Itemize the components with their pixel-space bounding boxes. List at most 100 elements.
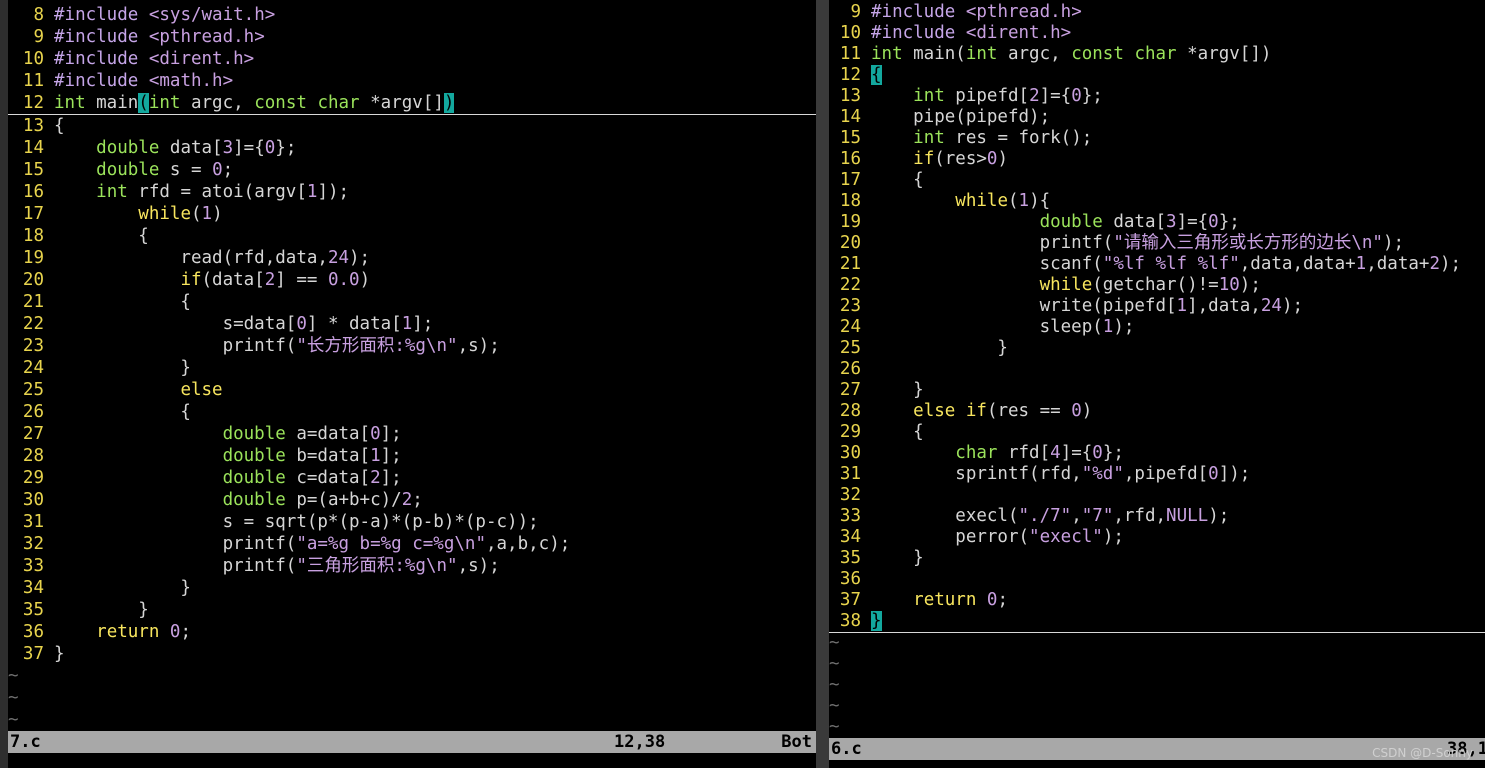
right-code-line[interactable]: 14 pipe(pipefd); <box>829 107 1485 128</box>
right-filename: 6.c <box>831 739 862 759</box>
left-code-line[interactable]: 20 if(data[2] == 0.0) <box>8 269 816 291</box>
right-code-line[interactable]: 33 execl("./7","7",rfd,NULL); <box>829 506 1485 527</box>
left-code-line[interactable]: 34 } <box>8 577 816 599</box>
right-code-line[interactable]: 29 { <box>829 422 1485 443</box>
right-line-number: 10 <box>839 23 861 43</box>
left-line-text: } <box>54 644 65 664</box>
right-code-line[interactable]: 15 int res = fork(); <box>829 128 1485 149</box>
right-line-number: 28 <box>839 401 861 421</box>
left-code-line[interactable]: 12 int main(int argc, const char *argv[]) <box>8 92 816 115</box>
left-code-line[interactable]: 21 { <box>8 291 816 313</box>
left-code-line[interactable]: 10 #include <dirent.h> <box>8 48 816 70</box>
right-code-line[interactable]: 25 } <box>829 338 1485 359</box>
right-code-line[interactable]: 18 while(1){ <box>829 191 1485 212</box>
right-code-line[interactable]: 9 #include <pthread.h> <box>829 2 1485 23</box>
right-code-line[interactable]: 27 } <box>829 380 1485 401</box>
left-line-text: printf("三角形面积:%g\n",s); <box>54 556 500 576</box>
right-line-number: 26 <box>839 359 861 379</box>
left-code-line[interactable]: 14 double data[3]={0}; <box>8 137 816 159</box>
right-line-text: int main(int argc, const char *argv[]) <box>871 44 1272 64</box>
right-code-line[interactable]: 13 int pipefd[2]={0}; <box>829 86 1485 107</box>
right-code-line[interactable]: 22 while(getchar()!=10); <box>829 275 1485 296</box>
left-editor-pane[interactable]: 8 #include <sys/wait.h> 9 #include <pthread… <box>8 0 816 768</box>
left-line-text: #include <pthread.h> <box>54 27 265 47</box>
left-line-text: else <box>180 380 223 400</box>
right-code-line[interactable]: 17 { <box>829 170 1485 191</box>
left-line-text: double a=data[0]; <box>222 424 402 444</box>
left-code-line[interactable]: 27 double a=data[0]; <box>8 423 816 445</box>
left-code-line[interactable]: 16 int rfd = atoi(argv[1]); <box>8 181 816 203</box>
left-code-line[interactable]: 25 else <box>8 379 816 401</box>
vertical-split-divider[interactable] <box>816 0 829 768</box>
right-line-text: execl("./7","7",rfd,NULL); <box>871 506 1230 526</box>
right-line-text: sleep(1); <box>871 317 1135 337</box>
right-editor-pane[interactable]: 9 #include <pthread.h> 10 #include <dirent.… <box>829 0 1485 768</box>
left-code-line[interactable]: 11 #include <math.h> <box>8 70 816 92</box>
right-line-text: char rfd[4]={0}; <box>955 443 1124 463</box>
left-line-number: 12 <box>22 93 44 113</box>
left-filename: 7.c <box>10 732 41 752</box>
right-code-line[interactable]: 24 sleep(1); <box>829 317 1485 338</box>
left-code-line[interactable]: 26 { <box>8 401 816 423</box>
right-code-line[interactable]: 10 #include <dirent.h> <box>829 23 1485 44</box>
left-code-line[interactable]: 28 double b=data[1]; <box>8 445 816 467</box>
left-code-line[interactable]: 17 while(1) <box>8 203 816 225</box>
left-line-text: } <box>54 578 191 598</box>
left-code-line[interactable]: 32 printf("a=%g b=%g c=%g\n",a,b,c); <box>8 533 816 555</box>
right-code-line[interactable]: 37 return 0; <box>829 590 1485 611</box>
right-code-line[interactable]: 12 { <box>829 65 1485 86</box>
left-line-number: 9 <box>33 27 44 47</box>
right-code-line[interactable]: 26 <box>829 359 1485 380</box>
left-line-number: 21 <box>22 292 44 312</box>
left-line-text: { <box>54 226 149 246</box>
right-code-line[interactable]: 16 if(res>0) <box>829 149 1485 170</box>
right-code-line[interactable]: 21 scanf("%lf %lf %lf",data,data+1,data+… <box>829 254 1485 275</box>
right-code-line[interactable]: 31 sprintf(rfd,"%d",pipefd[0]); <box>829 464 1485 485</box>
left-code-line[interactable]: 19 read(rfd,data,24); <box>8 247 816 269</box>
right-line-number: 25 <box>839 338 861 358</box>
left-code-line[interactable]: 15 double s = 0; <box>8 159 816 181</box>
left-code-line[interactable]: 36 return 0; <box>8 621 816 643</box>
left-code-line[interactable]: 37} <box>8 643 816 665</box>
right-code-line[interactable]: 36 <box>829 569 1485 590</box>
left-code-line[interactable]: 29 double c=data[2]; <box>8 467 816 489</box>
right-code-line[interactable]: 30 char rfd[4]={0}; <box>829 443 1485 464</box>
right-code-line[interactable]: 28 else if(res == 0) <box>829 401 1485 422</box>
right-line-text: scanf("%lf %lf %lf",data,data+1,data+2); <box>871 254 1462 274</box>
left-code-line[interactable]: 24 } <box>8 357 816 379</box>
right-code-area[interactable]: 9 #include <pthread.h> 10 #include <dirent.… <box>829 2 1485 738</box>
right-line-number: 32 <box>839 485 861 505</box>
left-code-line[interactable]: 23 printf("长方形面积:%g\n",s); <box>8 335 816 357</box>
right-line-text: { <box>871 170 924 190</box>
left-line-text: printf("a=%g b=%g c=%g\n",a,b,c); <box>54 534 571 554</box>
right-code-line[interactable]: 19 double data[3]={0}; <box>829 212 1485 233</box>
left-code-line[interactable]: 8 #include <sys/wait.h> <box>8 4 816 26</box>
left-code-line[interactable]: 13 { <box>8 115 816 137</box>
left-code-line[interactable]: 31 s = sqrt(p*(p-a)*(p-b)*(p-c)); <box>8 511 816 533</box>
left-line-number: 36 <box>22 622 44 642</box>
right-code-line[interactable]: 35 } <box>829 548 1485 569</box>
right-line-text: } <box>871 611 882 631</box>
right-code-line[interactable]: 32 <box>829 485 1485 506</box>
left-code-line[interactable]: 18 { <box>8 225 816 247</box>
left-status-line: 7.c 12,38 Bot <box>8 731 816 753</box>
left-code-line[interactable]: 9 #include <pthread.h> <box>8 26 816 48</box>
left-line-text: if(data[2] == 0.0) <box>180 270 371 290</box>
left-line-number: 32 <box>22 534 44 554</box>
left-code-line[interactable]: 22 s=data[0] * data[1]; <box>8 313 816 335</box>
right-empty-line-marker: ~ <box>829 696 840 716</box>
left-line-number: 8 <box>33 5 44 25</box>
right-line-text: } <box>871 338 1008 358</box>
left-code-line[interactable]: 30 double p=(a+b+c)/2; <box>8 489 816 511</box>
right-code-line[interactable]: 23 write(pipefd[1],data,24); <box>829 296 1485 317</box>
left-code-line[interactable]: 35 } <box>8 599 816 621</box>
left-line-text: int rfd = atoi(argv[1]); <box>96 182 350 202</box>
right-code-line[interactable]: 20 printf("请输入三角形或长方形的边长\n"); <box>829 233 1485 254</box>
right-code-line[interactable]: 38} <box>829 611 1485 633</box>
right-code-line[interactable]: 11 int main(int argc, const char *argv[]) <box>829 44 1485 65</box>
left-code-line[interactable]: 33 printf("三角形面积:%g\n",s); <box>8 555 816 577</box>
left-line-number: 13 <box>22 116 44 136</box>
left-code-area[interactable]: 8 #include <sys/wait.h> 9 #include <pthread… <box>8 4 816 731</box>
right-code-line[interactable]: 34 perror("execl"); <box>829 527 1485 548</box>
right-line-number: 20 <box>839 233 861 253</box>
